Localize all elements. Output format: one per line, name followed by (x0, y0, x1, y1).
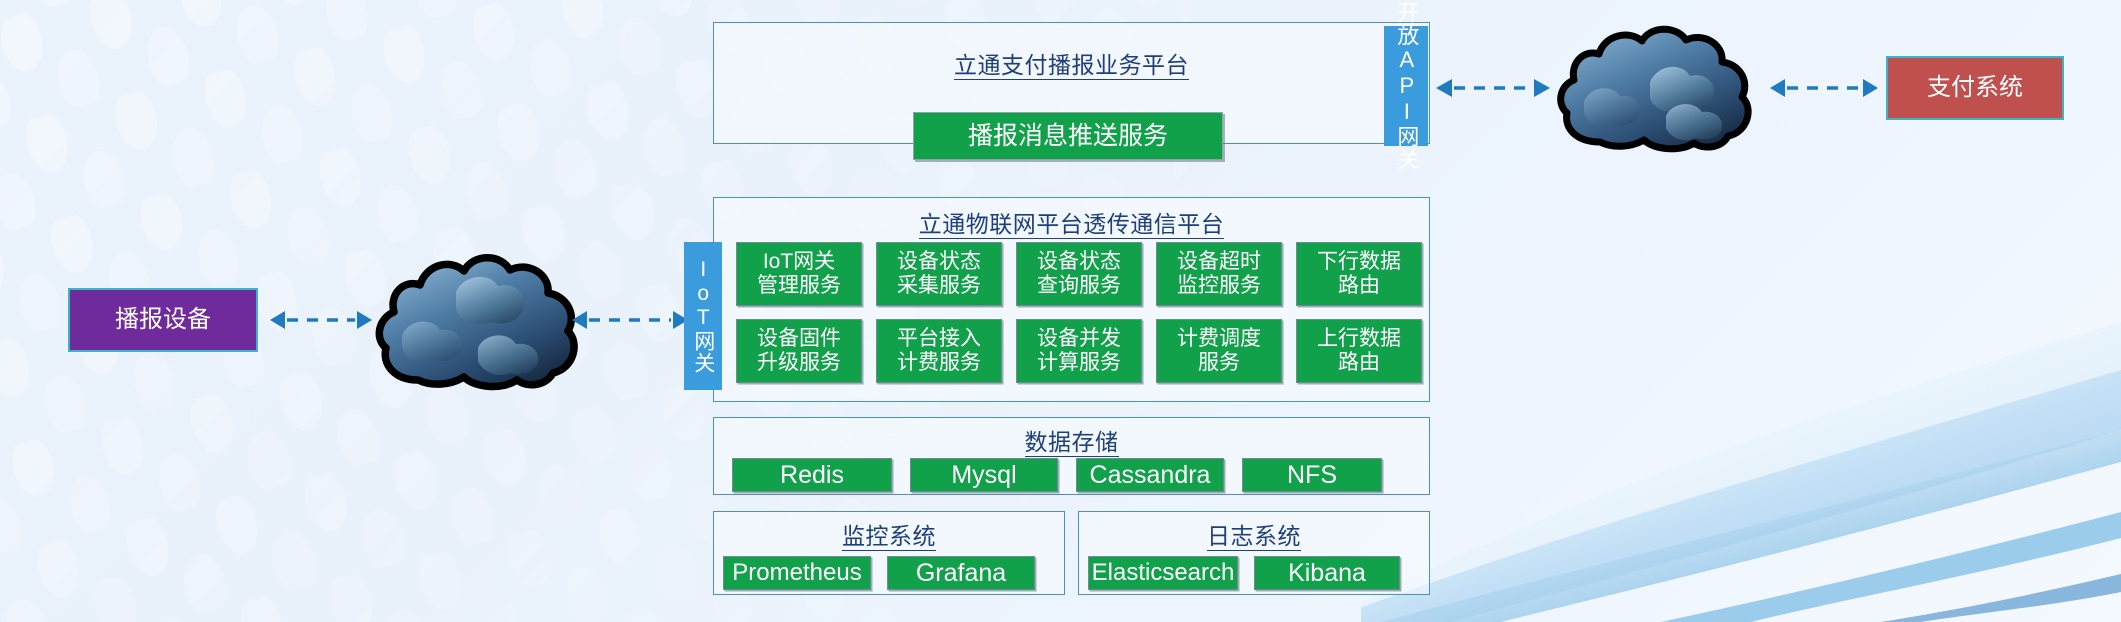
iot-service-tile[interactable]: 下行数据 路由 (1296, 242, 1422, 306)
tile-line: 服务 (1198, 351, 1240, 374)
arrow-cloud-to-iot-gateway (572, 311, 688, 329)
tile-line: 下行数据 (1317, 250, 1401, 274)
logging-title: 日志系统 (1207, 523, 1301, 551)
logging-title-wrap: 日志系统 (1078, 517, 1430, 551)
iot-platform-title: 立通物联网平台透传通信平台 (918, 211, 1225, 239)
tile-line: 计算服务 (1037, 351, 1121, 374)
tile-line: 设备固件 (757, 327, 841, 351)
tile-line: 路由 (1338, 274, 1380, 297)
iot-service-tile[interactable]: 设备超时 监控服务 (1156, 242, 1282, 306)
data-storage-tile[interactable]: Mysql (910, 458, 1058, 492)
tile-line: 设备状态 (897, 250, 981, 274)
business-platform-title-wrap: 立通支付播报业务平台 (713, 46, 1430, 80)
tile-line: 设备并发 (1037, 327, 1121, 351)
monitoring-tile[interactable]: Prometheus (723, 556, 871, 590)
monitoring-title-wrap: 监控系统 (713, 517, 1065, 551)
cloud-icon-payment (1557, 25, 1752, 153)
iot-service-tile[interactable]: 计费调度 服务 (1156, 319, 1282, 383)
tile-line: IoT网关 (762, 250, 836, 274)
tile-line: 设备超时 (1177, 250, 1261, 274)
logging-tile[interactable]: Kibana (1254, 556, 1400, 590)
tile-line: 采集服务 (897, 274, 981, 297)
data-storage-title: 数据存储 (1024, 429, 1119, 457)
business-platform-title: 立通支付播报业务平台 (954, 52, 1189, 80)
arrow-cloud-to-payment-system (1770, 79, 1878, 97)
tile-line: 计费调度 (1177, 327, 1261, 351)
iot-service-tile[interactable]: 设备状态 采集服务 (876, 242, 1002, 306)
data-storage-title-wrap: 数据存储 (713, 423, 1430, 457)
iot-platform-title-wrap: 立通物联网平台透传通信平台 (713, 205, 1430, 239)
open-api-gateway-tab[interactable]: 开放API网关 (1384, 1, 1428, 171)
data-storage-tile[interactable]: Cassandra (1076, 458, 1224, 492)
logging-tile[interactable]: Elasticsearch (1088, 556, 1238, 590)
data-storage-tile[interactable]: NFS (1242, 458, 1382, 492)
tile-line: 计费服务 (897, 351, 981, 374)
iot-service-tile[interactable]: 平台接入 计费服务 (876, 319, 1002, 383)
iot-gateway-tab[interactable]: IoT网关 (684, 242, 722, 390)
payment-system-box[interactable]: 支付系统 (1886, 56, 2064, 120)
tile-line: 管理服务 (757, 274, 841, 297)
diagram-canvas: 立通支付播报业务平台 播报消息推送服务 开放API网关 支付系统 播报设备 立通… (0, 0, 2121, 622)
tile-line: 查询服务 (1037, 274, 1121, 297)
cloud-icon-device (375, 254, 578, 391)
broadcast-push-service-box[interactable]: 播报消息推送服务 (913, 112, 1223, 160)
tile-line: 监控服务 (1177, 274, 1261, 297)
tile-line: 设备状态 (1037, 250, 1121, 274)
broadcast-device-box[interactable]: 播报设备 (68, 288, 258, 352)
monitoring-title: 监控系统 (842, 523, 936, 551)
monitoring-tile[interactable]: Grafana (887, 556, 1035, 590)
tile-line: 平台接入 (897, 327, 981, 351)
iot-service-tile[interactable]: 设备固件 升级服务 (736, 319, 862, 383)
iot-service-tile[interactable]: IoT网关 管理服务 (736, 242, 862, 306)
tile-line: 上行数据 (1317, 327, 1401, 351)
tile-line: 升级服务 (757, 351, 841, 374)
background-ribbon-decor (1361, 322, 2121, 622)
iot-service-tile[interactable]: 上行数据 路由 (1296, 319, 1422, 383)
iot-service-tile[interactable]: 设备状态 查询服务 (1016, 242, 1142, 306)
tile-line: 路由 (1338, 351, 1380, 374)
data-storage-tile[interactable]: Redis (732, 458, 892, 492)
iot-service-tile[interactable]: 设备并发 计算服务 (1016, 319, 1142, 383)
arrow-api-gateway-to-cloud (1436, 79, 1550, 97)
arrow-device-to-cloud (270, 311, 372, 329)
